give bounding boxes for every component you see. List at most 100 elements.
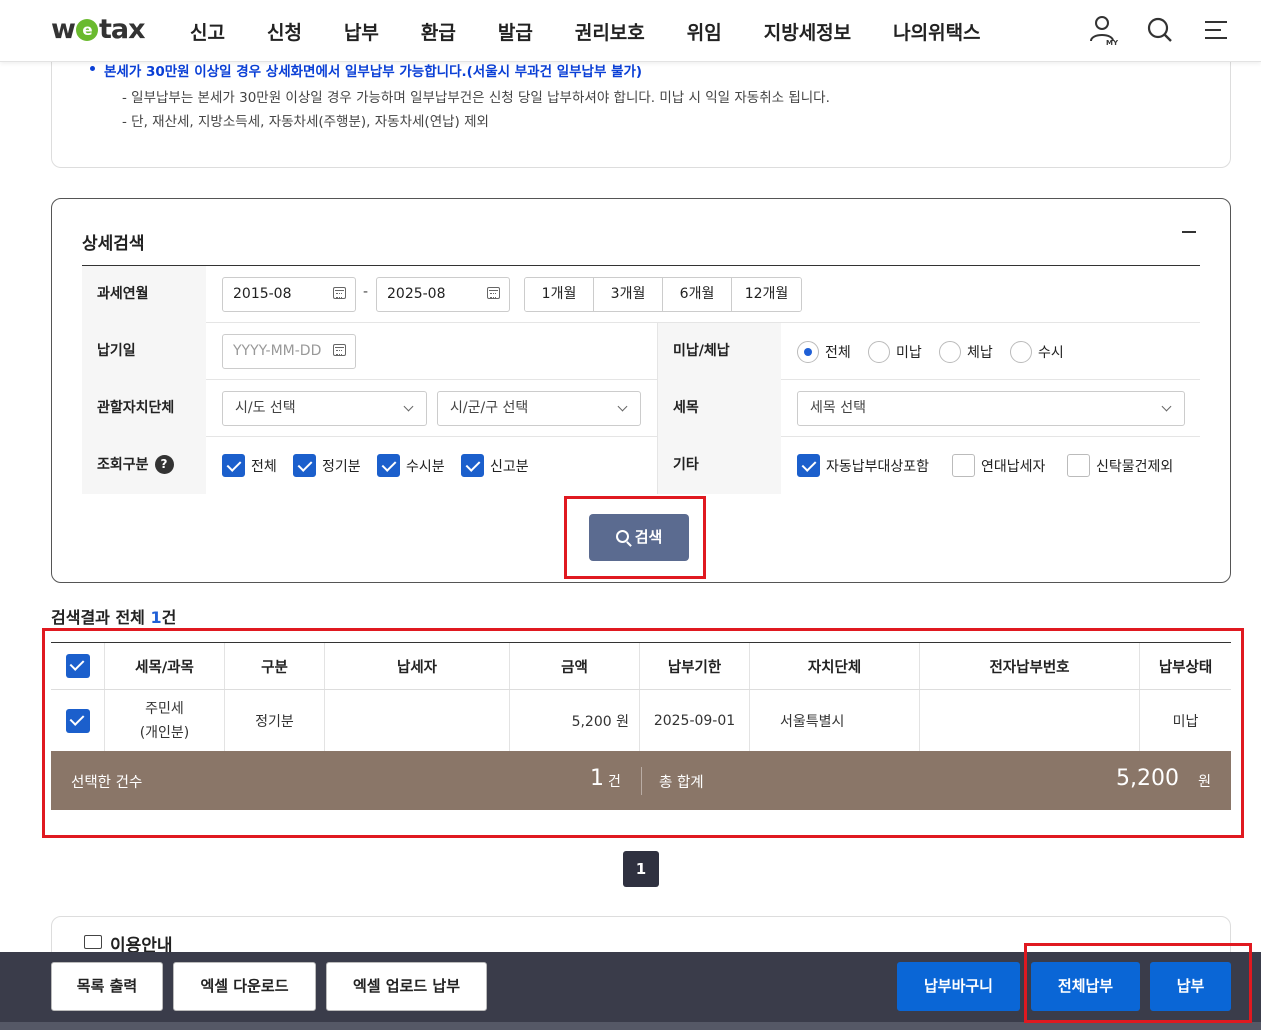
col-amount[interactable]: 금액 [510, 643, 640, 689]
nav-item-refund[interactable]: 환급 [421, 18, 456, 45]
nav-item-apply[interactable]: 신청 [267, 18, 302, 45]
cell-tax-item: 주민세 (개인분) [105, 690, 225, 751]
total-amount-label: 총 합계 [659, 775, 704, 791]
period-3m-button[interactable]: 3개월 [594, 278, 663, 311]
cell-due-date: 2025-09-01 [640, 690, 750, 751]
chevron-down-icon [403, 401, 414, 412]
col-local-gov[interactable]: 자치단체 [750, 643, 920, 689]
total-amount-unit: 원 [1198, 774, 1211, 790]
sigungu-select[interactable]: 시/군/구 선택 [437, 391, 641, 426]
results-table: 세목/과목 구분 납세자 금액 납부기한 자치단체 전자납부번호 납부상태 주민… [51, 642, 1231, 752]
help-icon[interactable]: ? [154, 455, 174, 474]
query-all-checkbox[interactable]: 전체 [222, 454, 277, 477]
total-amount-value: 5,200 [1116, 766, 1179, 791]
detailed-search-panel: 상세검색 과세연월 2015-08 - 2025-08 1개월 3개월 6개월 … [51, 198, 1231, 583]
period-dash: - [363, 284, 369, 300]
col-status[interactable]: 납부상태 [1140, 643, 1231, 689]
sido-select[interactable]: 시/도 선택 [222, 391, 427, 426]
nav-item-delegation[interactable]: 위임 [687, 18, 722, 45]
menu-icon[interactable] [1201, 14, 1231, 46]
tax-item-select[interactable]: 세목 선택 [797, 391, 1185, 426]
selected-count-label: 선택한 건수 [71, 775, 143, 791]
col-epay-number[interactable]: 전자납부번호 [920, 643, 1140, 689]
col-taxpayer[interactable]: 납세자 [325, 643, 510, 689]
calendar-icon[interactable] [487, 287, 500, 299]
search-form: 과세연월 2015-08 - 2025-08 1개월 3개월 6개월 12개월 … [82, 265, 1200, 494]
cell-status: 미납 [1172, 713, 1199, 730]
pay-date-input[interactable]: YYYY-MM-DD [222, 334, 356, 369]
table-row[interactable]: 주민세 (개인분) 정기분 5,200 원 2025-09-01 서울특별시 미납 [51, 690, 1231, 752]
etc-label: 기타 [657, 437, 781, 494]
cell-type: 정기분 [225, 690, 325, 751]
my-page-icon[interactable]: MY [1089, 14, 1119, 47]
radio-overdue[interactable]: 체납 [939, 341, 993, 363]
select-all-checkbox[interactable] [65, 654, 90, 678]
payment-basket-button[interactable]: 납부바구니 [897, 962, 1020, 1011]
table-header: 세목/과목 구분 납세자 금액 납부기한 자치단체 전자납부번호 납부상태 [51, 643, 1231, 690]
period-6m-button[interactable]: 6개월 [663, 278, 732, 311]
nav-item-local-tax-info[interactable]: 지방세정보 [764, 18, 851, 45]
excel-upload-pay-button[interactable]: 엑셀 업로드 납부 [326, 962, 487, 1011]
search-icon[interactable] [1145, 14, 1175, 46]
tax-period-from-input[interactable]: 2015-08 [222, 277, 356, 312]
radio-selected-icon [797, 341, 819, 363]
search-button[interactable]: 검색 [589, 514, 689, 561]
region-label: 관할자치단체 [82, 380, 206, 437]
checkbox-checked-icon [797, 454, 820, 477]
nav-item-pay[interactable]: 납부 [344, 18, 379, 45]
period-shortcut-buttons: 1개월 3개월 6개월 12개월 [524, 277, 802, 312]
divider [641, 767, 642, 795]
joint-taxpayer-checkbox[interactable]: 연대납세자 [952, 454, 1045, 477]
query-report-checkbox[interactable]: 신고분 [461, 454, 529, 477]
pay-button[interactable]: 납부 [1150, 962, 1231, 1011]
unpaid-status-label: 미납/체납 [657, 323, 781, 380]
calendar-icon[interactable] [333, 344, 346, 356]
col-tax-item[interactable]: 세목/과목 [105, 643, 225, 689]
chevron-down-icon [1161, 401, 1172, 412]
print-list-button[interactable]: 목록 출력 [51, 962, 163, 1011]
nav-item-my-wetax[interactable]: 나의위택스 [893, 18, 980, 45]
pay-all-button[interactable]: 전체납부 [1031, 962, 1140, 1011]
selected-count-value: 1 [590, 766, 604, 791]
notice-partial-payment: 본세가 30만원 이상일 경우 상세화면에서 일부납부 가능합니다.(서울시 부… [89, 60, 642, 80]
cell-local-gov: 서울특별시 [750, 690, 920, 751]
my-label: MY [1106, 39, 1119, 46]
query-type-label: 조회구분? [82, 437, 206, 494]
col-due-date[interactable]: 납부기한 [640, 643, 750, 689]
query-occasional-checkbox[interactable]: 수시분 [377, 454, 445, 477]
page-1-button[interactable]: 1 [623, 851, 659, 887]
radio-empty-icon [939, 341, 961, 363]
radio-all[interactable]: 전체 [797, 341, 851, 363]
checkbox-checked-icon [461, 454, 484, 477]
tax-item-label: 세목 [657, 380, 781, 437]
radio-occasional[interactable]: 수시 [1010, 341, 1064, 363]
trust-exclude-checkbox[interactable]: 신탁물건제외 [1067, 454, 1173, 477]
selected-count-unit: 건 [608, 774, 621, 790]
checkbox-empty-icon [952, 454, 975, 477]
cell-epay-number [920, 690, 1140, 751]
nav-item-report[interactable]: 신고 [190, 18, 225, 45]
tax-period-label: 과세연월 [82, 266, 206, 323]
row-checkbox[interactable] [65, 708, 90, 733]
period-12m-button[interactable]: 12개월 [732, 278, 801, 311]
excel-download-button[interactable]: 엑셀 다운로드 [173, 962, 316, 1011]
query-regular-checkbox[interactable]: 정기분 [293, 454, 361, 477]
detailed-search-title: 상세검색 [82, 234, 145, 254]
calendar-icon[interactable] [333, 287, 346, 299]
nav-item-rights[interactable]: 권리보호 [575, 18, 645, 45]
bottom-action-bar: 목록 출력 엑셀 다운로드 엑셀 업로드 납부 납부바구니 전체납부 납부 [0, 952, 1261, 1030]
period-1m-button[interactable]: 1개월 [525, 278, 594, 311]
top-header: w e tax 신고 신청 납부 환급 발급 권리보호 위임 지방세정보 나의위택스… [0, 0, 1261, 62]
auto-pay-include-checkbox[interactable]: 자동납부대상포함 [797, 454, 929, 477]
col-type[interactable]: 구분 [225, 643, 325, 689]
radio-empty-icon [1010, 341, 1032, 363]
cell-amount: 5,200 원 [510, 690, 640, 751]
radio-unpaid[interactable]: 미납 [868, 341, 922, 363]
collapse-icon[interactable] [1182, 231, 1196, 233]
tax-period-to-input[interactable]: 2025-08 [376, 277, 510, 312]
pay-date-label: 납기일 [82, 323, 206, 380]
checkbox-checked-icon [377, 454, 400, 477]
notice-line-2: - 일부납부는 본세가 30만원 이상일 경우 가능하며 일부납부건은 신청 당… [122, 90, 830, 106]
wetax-logo[interactable]: w e tax [51, 14, 145, 45]
nav-item-issue[interactable]: 발급 [498, 18, 533, 45]
